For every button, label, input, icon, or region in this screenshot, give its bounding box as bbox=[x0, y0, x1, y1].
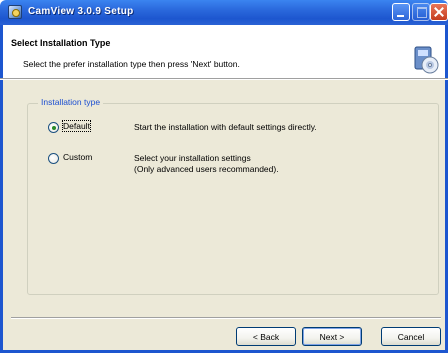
cancel-button[interactable]: Cancel bbox=[381, 327, 441, 346]
radio-default[interactable] bbox=[48, 122, 59, 133]
radio-default-option[interactable]: Default bbox=[48, 120, 91, 133]
next-button[interactable]: Next > bbox=[302, 327, 362, 346]
setup-disc-icon bbox=[414, 46, 439, 74]
page-subtitle: Select the prefer installation type then… bbox=[23, 59, 240, 69]
maximize-button bbox=[412, 3, 430, 21]
radio-custom[interactable] bbox=[48, 153, 59, 164]
default-description: Start the installation with default sett… bbox=[134, 122, 317, 132]
page-title: Select Installation Type bbox=[11, 38, 111, 48]
title-bar[interactable]: CamView 3.0.9 Setup bbox=[0, 0, 448, 25]
radio-custom-label[interactable]: Custom bbox=[63, 152, 92, 162]
radio-default-label[interactable]: Default bbox=[62, 120, 91, 132]
wizard-body: Installation type Default Start the inst… bbox=[0, 80, 448, 353]
window-title: CamView 3.0.9 Setup bbox=[28, 6, 134, 17]
wizard-header: Select Installation Type Select the pref… bbox=[0, 25, 448, 78]
custom-description: Select your installation settings (Only … bbox=[134, 153, 279, 174]
radio-custom-option[interactable]: Custom bbox=[48, 152, 92, 164]
installation-type-group: Installation type Default Start the inst… bbox=[27, 97, 439, 295]
app-icon bbox=[8, 5, 22, 19]
minimize-button[interactable] bbox=[392, 3, 410, 21]
back-button[interactable]: < Back bbox=[236, 327, 296, 346]
group-legend: Installation type bbox=[38, 97, 104, 107]
footer-divider bbox=[11, 317, 441, 319]
close-button[interactable] bbox=[430, 3, 448, 21]
